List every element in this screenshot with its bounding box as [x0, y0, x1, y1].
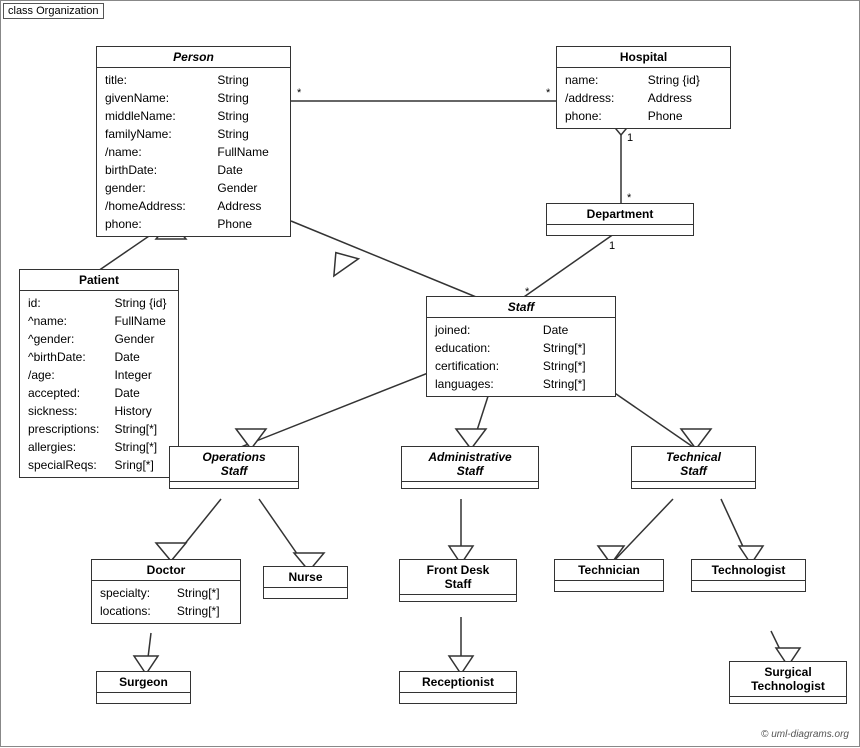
front-desk-staff-body	[400, 595, 516, 601]
hospital-title: Hospital	[557, 47, 730, 68]
surgical-technologist-class: Surgical Technologist	[729, 661, 847, 704]
svg-text:1: 1	[609, 240, 615, 252]
front-desk-staff-title: Front Desk Staff	[400, 560, 516, 595]
nurse-class: Nurse	[263, 566, 348, 599]
staff-title: Staff	[427, 297, 615, 318]
diagram-title: class Organization	[3, 3, 104, 19]
doctor-title: Doctor	[92, 560, 240, 581]
operations-staff-class: Operations Staff	[169, 446, 299, 489]
department-title: Department	[547, 204, 693, 225]
nurse-title: Nurse	[264, 567, 347, 588]
department-class: Department	[546, 203, 694, 236]
surgeon-title: Surgeon	[97, 672, 190, 693]
svg-text:1: 1	[627, 132, 633, 144]
technician-title: Technician	[555, 560, 663, 581]
copyright: © uml-diagrams.org	[761, 729, 849, 740]
receptionist-class: Receptionist	[399, 671, 517, 704]
patient-class: Patient id:String {id} ^name:FullName ^g…	[19, 269, 179, 478]
technical-staff-title: Technical Staff	[632, 447, 755, 482]
patient-title: Patient	[20, 270, 178, 291]
surgeon-body	[97, 693, 190, 703]
administrative-staff-body	[402, 482, 538, 488]
operations-staff-title: Operations Staff	[170, 447, 298, 482]
technologist-class: Technologist	[691, 559, 806, 592]
department-body	[547, 225, 693, 235]
doctor-body: specialty:String[*] locations:String[*]	[92, 581, 240, 623]
diagram-container: class Organization * * 1 * 1 *	[0, 0, 860, 747]
person-class: Person title:String givenName:String mid…	[96, 46, 291, 237]
svg-text:*: *	[297, 87, 302, 99]
technician-body	[555, 581, 663, 591]
person-title: Person	[97, 47, 290, 68]
receptionist-title: Receptionist	[400, 672, 516, 693]
staff-body: joined:Date education:String[*] certific…	[427, 318, 615, 396]
administrative-staff-class: Administrative Staff	[401, 446, 539, 489]
technician-class: Technician	[554, 559, 664, 592]
nurse-body	[264, 588, 347, 598]
technologist-title: Technologist	[692, 560, 805, 581]
front-desk-staff-class: Front Desk Staff	[399, 559, 517, 602]
administrative-staff-title: Administrative Staff	[402, 447, 538, 482]
technical-staff-body	[632, 482, 755, 488]
technical-staff-class: Technical Staff	[631, 446, 756, 489]
doctor-class: Doctor specialty:String[*] locations:Str…	[91, 559, 241, 624]
surgical-technologist-body	[730, 697, 846, 703]
patient-body: id:String {id} ^name:FullName ^gender:Ge…	[20, 291, 178, 477]
hospital-class: Hospital name:String {id} /address:Addre…	[556, 46, 731, 129]
surgeon-class: Surgeon	[96, 671, 191, 704]
technologist-body	[692, 581, 805, 591]
person-body: title:String givenName:String middleName…	[97, 68, 290, 236]
staff-class: Staff joined:Date education:String[*] ce…	[426, 296, 616, 397]
operations-staff-body	[170, 482, 298, 488]
receptionist-body	[400, 693, 516, 703]
surgical-technologist-title: Surgical Technologist	[730, 662, 846, 697]
svg-text:*: *	[546, 87, 551, 99]
hospital-body: name:String {id} /address:Address phone:…	[557, 68, 730, 128]
